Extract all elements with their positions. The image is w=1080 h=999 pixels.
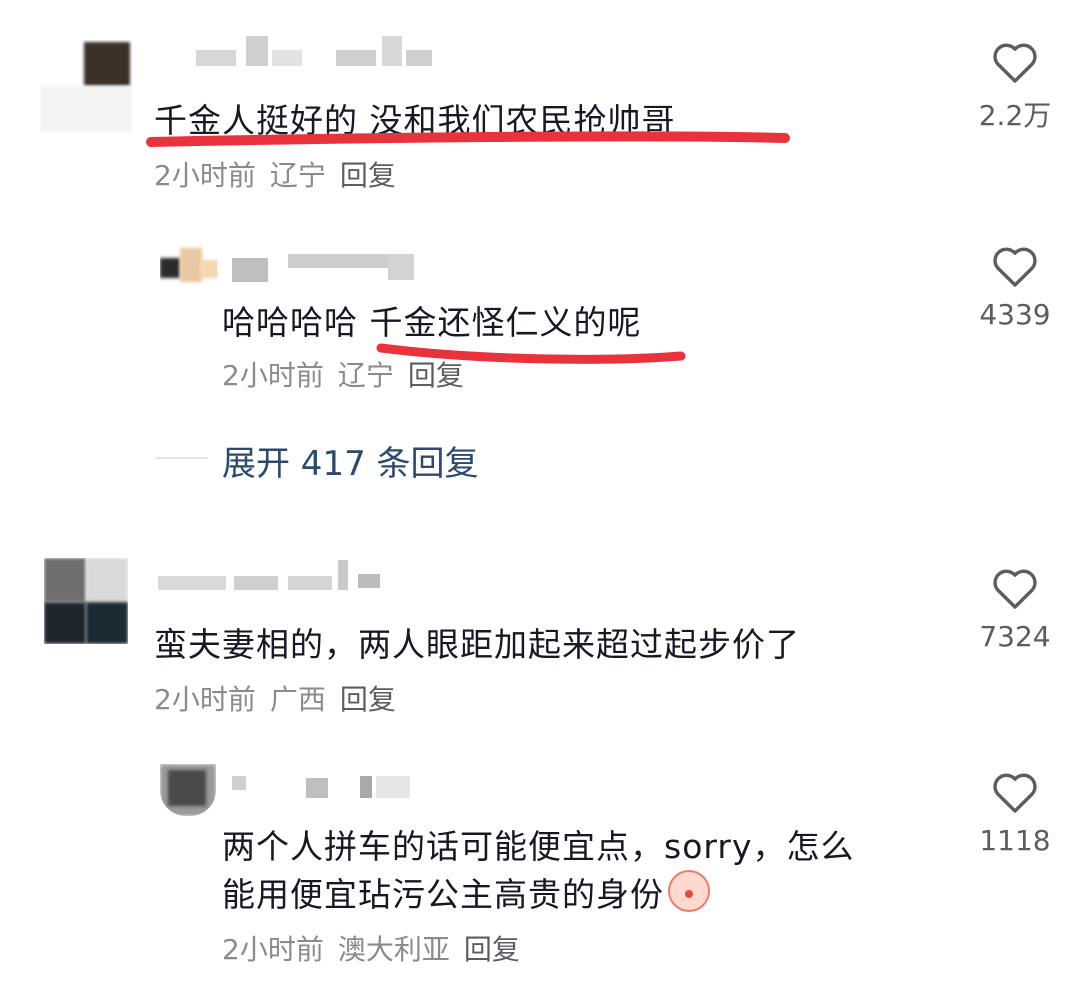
comment-meta: 2小时前 澳大利亚 回复 — [222, 928, 534, 968]
avatar[interactable] — [160, 236, 218, 294]
username-blurred[interactable] — [158, 560, 398, 596]
heart-outline-icon — [993, 773, 1037, 813]
expand-replies-button[interactable]: 展开 417 条回复 — [222, 436, 479, 485]
heart-outline-icon — [993, 43, 1037, 83]
username-blurred[interactable] — [196, 36, 436, 76]
comment-meta: 2小时前 辽宁 回复 — [154, 154, 410, 194]
comment-location: 辽宁 — [269, 159, 326, 192]
like-count: 4339 — [979, 298, 1051, 331]
avatar[interactable] — [44, 558, 128, 644]
comment-location: 辽宁 — [337, 359, 394, 392]
like-button[interactable]: 2.2万 — [970, 40, 1060, 134]
reply-button[interactable]: 回复 — [340, 159, 396, 192]
reply-button[interactable]: 回复 — [464, 933, 520, 966]
like-count: 2.2万 — [978, 99, 1052, 132]
expand-divider — [156, 457, 208, 459]
comment-location: 澳大利亚 — [337, 933, 450, 966]
like-count: 1118 — [979, 824, 1051, 857]
comment-text-line2: 能用便宜玷污公主高贵的身份 — [222, 868, 710, 916]
comment-meta: 2小时前 辽宁 回复 — [222, 354, 478, 394]
heart-outline-icon — [993, 247, 1037, 287]
like-button[interactable]: 4339 — [970, 244, 1060, 331]
comment-text: 蛮夫妻相的，两人眼距加起来超过起步价了 — [154, 625, 800, 664]
comment-meta: 2小时前 广西 回复 — [154, 678, 410, 718]
comment-time: 2小时前 — [222, 933, 324, 966]
comment-time: 2小时前 — [154, 683, 256, 716]
username-blurred[interactable] — [232, 250, 422, 286]
comment-time: 2小时前 — [222, 359, 324, 392]
avatar[interactable] — [40, 40, 132, 132]
comment-location: 广西 — [269, 683, 326, 716]
reply-button[interactable]: 回复 — [408, 359, 464, 392]
red-underline — [146, 131, 790, 147]
username-blurred[interactable] — [232, 772, 422, 808]
comment-text: 哈哈哈哈 千金还怪仁义的呢 — [222, 303, 642, 342]
comment-text-line2-content: 能用便宜玷污公主高贵的身份 — [222, 875, 664, 914]
heart-outline-icon — [993, 569, 1037, 609]
like-button[interactable]: 7324 — [970, 566, 1060, 653]
avatar[interactable] — [160, 764, 216, 816]
comment-text-line1: 两个人拼车的话可能便宜点，sorry，怎么 — [222, 827, 855, 866]
reply-button[interactable]: 回复 — [340, 683, 396, 716]
blush-emoji-icon — [668, 870, 710, 912]
comment-time: 2小时前 — [154, 159, 256, 192]
like-count: 7324 — [979, 620, 1051, 653]
like-button[interactable]: 1118 — [970, 770, 1060, 857]
